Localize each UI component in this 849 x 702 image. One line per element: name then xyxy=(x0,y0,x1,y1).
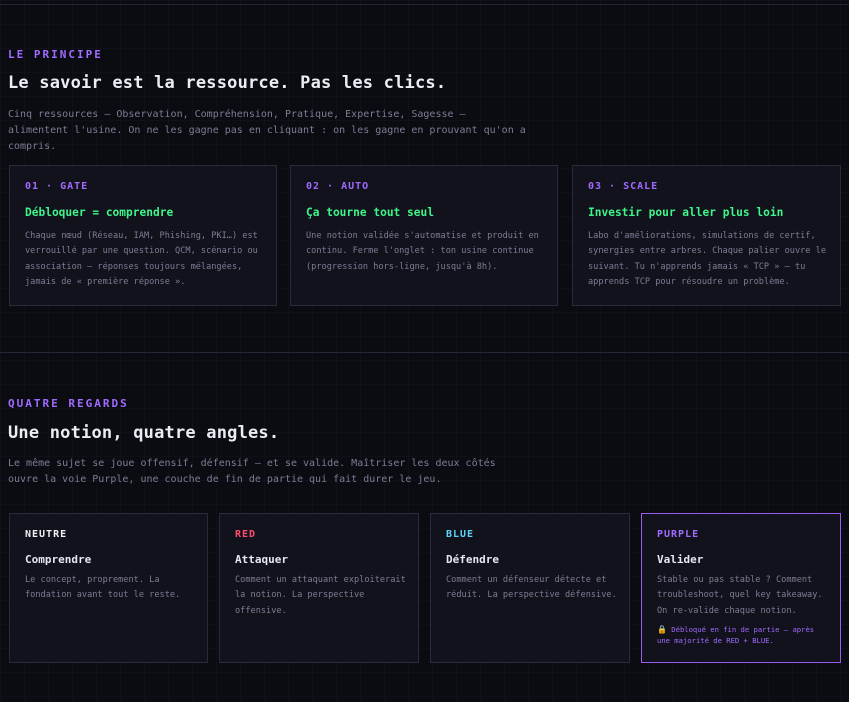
principle-card-gate: 01 · GATE Débloquer = comprendre Chaque … xyxy=(9,165,277,306)
principle-eyebrow: LE PRINCIPE xyxy=(8,48,103,61)
principle-title: Le savoir est la ressource. Pas les clic… xyxy=(8,73,447,93)
angles-eyebrow: QUATRE REGARDS xyxy=(8,397,129,410)
card-body: Chaque nœud (Réseau, IAM, Phishing, PKI…… xyxy=(25,231,258,288)
card-title: Débloquer = comprendre xyxy=(25,206,174,219)
card-body: Le concept, proprement. La fondation ava… xyxy=(25,575,181,601)
principle-card-auto: 02 · AUTO Ça tourne tout seul Une notion… xyxy=(290,165,558,306)
card-title: Investir pour aller plus loin xyxy=(588,206,784,219)
angles-lead: Le même sujet se joue offensif, défensif… xyxy=(8,458,496,485)
card-tag: PURPLE xyxy=(657,529,700,540)
card-title: Défendre xyxy=(446,553,499,566)
card-body: Labo d'améliorations, simulations de cer… xyxy=(588,231,826,288)
card-body: Une notion validée s'automatise et produ… xyxy=(306,231,539,272)
unlock-text: Débloqué en fin de partie — après une ma… xyxy=(657,625,815,645)
card-tag: 01 · GATE xyxy=(25,181,89,192)
card-title: Ça tourne tout seul xyxy=(306,206,434,219)
card-tag: BLUE xyxy=(446,529,475,540)
principle-lead: Cinq ressources — Observation, Compréhen… xyxy=(8,109,526,152)
angle-card-purple: PURPLE Valider Stable ou pas stable ? Co… xyxy=(641,513,841,663)
card-body: Comment un attaquant exploiterait la not… xyxy=(235,575,406,616)
angle-card-red: RED Attaquer Comment un attaquant exploi… xyxy=(219,513,419,663)
card-title: Comprendre xyxy=(25,553,92,566)
card-body: Stable ou pas stable ? Comment troublesh… xyxy=(657,575,823,616)
card-body: Comment un défenseur détecte et réduit. … xyxy=(446,575,617,601)
card-title: Attaquer xyxy=(235,553,288,566)
principle-card-scale: 03 · SCALE Investir pour aller plus loin… xyxy=(572,165,841,306)
angle-card-neutre: NEUTRE Comprendre Le concept, proprement… xyxy=(9,513,208,663)
card-tag: NEUTRE xyxy=(25,529,68,540)
section-divider xyxy=(0,352,849,353)
lock-icon: 🔒 xyxy=(657,625,667,634)
unlock-note: 🔒 Débloqué en fin de partie — après une … xyxy=(657,624,828,646)
angles-title: Une notion, quatre angles. xyxy=(8,423,280,443)
top-divider xyxy=(0,4,849,5)
card-tag: 03 · SCALE xyxy=(588,181,659,192)
card-tag: RED xyxy=(235,529,257,540)
angle-card-blue: BLUE Défendre Comment un défenseur détec… xyxy=(430,513,630,663)
card-title: Valider xyxy=(657,553,704,566)
card-tag: 02 · AUTO xyxy=(306,181,370,192)
